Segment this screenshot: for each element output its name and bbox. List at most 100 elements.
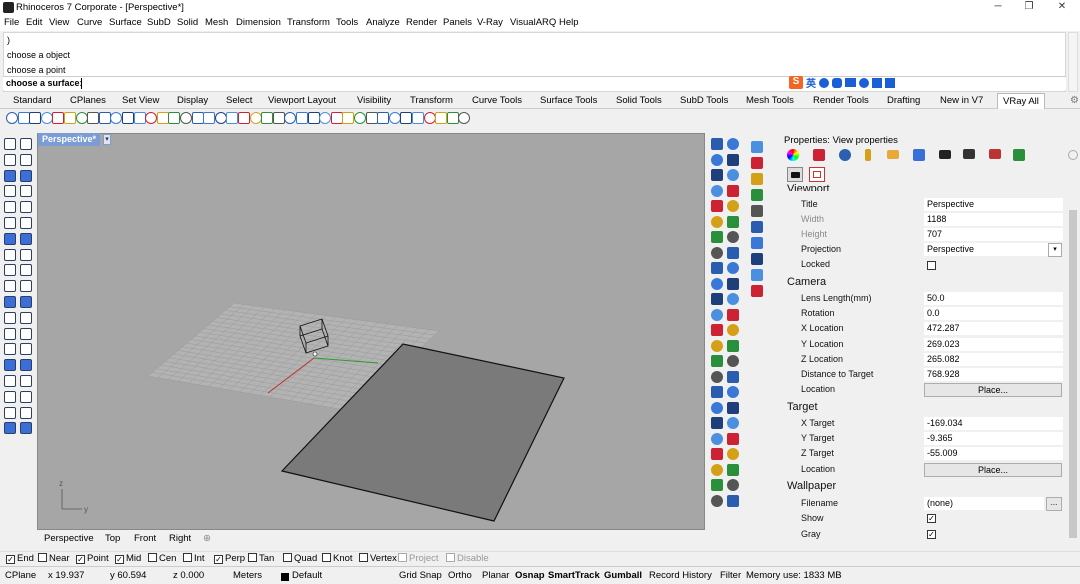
vray-palette-icon[interactable] [711, 432, 723, 445]
grid-snap-toggle[interactable]: Grid Snap [399, 570, 442, 581]
vray-tool-icon[interactable] [203, 112, 216, 124]
ortho-toggle[interactable]: Ortho [448, 570, 472, 581]
modeling-tool-icon[interactable] [4, 138, 16, 150]
vray-palette-icon[interactable] [727, 355, 739, 367]
modeling-tool-icon[interactable] [20, 153, 32, 166]
osnap-checkbox[interactable] [148, 553, 157, 562]
tab-viewport-layout[interactable]: Viewport Layout [268, 95, 336, 106]
gray-checkbox[interactable]: ✓ [927, 530, 936, 539]
osnap-checkbox[interactable] [183, 553, 192, 562]
tab-standard[interactable]: Standard [13, 95, 52, 106]
modeling-tool-icon[interactable] [4, 375, 16, 387]
menu-edit[interactable]: Edit [26, 17, 42, 28]
tab-curve-tools[interactable]: Curve Tools [472, 95, 522, 106]
vray-palette-icon[interactable] [727, 401, 739, 414]
modeling-tool-icon[interactable] [20, 169, 32, 182]
tab-transform[interactable]: Transform [410, 95, 453, 106]
menu-visualarq[interactable]: VisualARQ [510, 17, 556, 28]
camera-prop-place-button[interactable]: Place... [924, 383, 1062, 398]
vray-palette-icon[interactable] [711, 262, 723, 274]
settings-gear-icon[interactable]: ⚙ [1070, 95, 1079, 106]
vray-palette-icon[interactable] [751, 253, 763, 265]
vray-palette-icon[interactable] [711, 169, 723, 181]
vray-tool-icon[interactable] [319, 112, 332, 124]
modeling-tool-icon[interactable] [4, 422, 16, 435]
tab-mesh-tools[interactable]: Mesh Tools [746, 95, 794, 106]
vray-palette-icon[interactable] [711, 277, 723, 290]
vray-palette-icon[interactable] [727, 293, 739, 305]
modeling-tool-icon[interactable] [20, 327, 32, 340]
camera-prop-field[interactable]: 269.023 [924, 337, 1063, 352]
close-button[interactable]: ✕ [1047, 1, 1077, 15]
modeling-tool-icon[interactable] [4, 169, 16, 182]
modeling-tool-icon[interactable] [20, 280, 32, 293]
osnap-checkbox[interactable] [38, 553, 47, 562]
vray-palette-icon[interactable] [727, 246, 739, 259]
osnap-checkbox[interactable]: ✓ [115, 555, 124, 564]
modeling-tool-icon[interactable] [4, 217, 16, 229]
vray-palette-icon[interactable] [711, 479, 723, 491]
maximize-button[interactable]: ❐ [1014, 1, 1044, 15]
add-viewport-icon[interactable]: ⊕ [203, 533, 211, 544]
vray-palette-icon[interactable] [751, 141, 763, 153]
minimize-button[interactable]: ─ [983, 1, 1013, 15]
units-label[interactable]: Meters [233, 570, 262, 581]
vray-palette-icon[interactable] [711, 138, 723, 150]
target-prop-field[interactable]: -9.365 [924, 432, 1063, 447]
modeling-tool-icon[interactable] [4, 296, 16, 308]
vray-palette-icon[interactable] [711, 401, 723, 414]
osnap-tan[interactable]: Tan [248, 553, 274, 564]
vray-tool-icon[interactable] [307, 112, 320, 124]
vray-tool-icon[interactable] [238, 112, 250, 124]
tab-drafting[interactable]: Drafting [887, 95, 920, 106]
vray-palette-icon[interactable] [711, 184, 723, 197]
vray-tool-icon[interactable] [145, 112, 158, 124]
wallpaper-filename-field[interactable]: (none) [924, 497, 1044, 511]
prop-title-field[interactable]: Perspective [924, 198, 1063, 212]
layer-label[interactable]: Default [292, 570, 322, 581]
modeling-tool-icon[interactable] [4, 327, 16, 340]
modeling-tool-icon[interactable] [20, 359, 32, 372]
vray-palette-icon[interactable] [711, 293, 723, 305]
vray-palette-icon[interactable] [727, 339, 739, 352]
osnap-cen[interactable]: Cen [148, 553, 176, 564]
prop-height-field[interactable]: 707 [924, 228, 1063, 242]
vray-palette-icon[interactable] [711, 308, 723, 321]
monitor-icon[interactable] [963, 149, 975, 159]
vray-palette-icon[interactable] [711, 494, 723, 507]
planar-toggle[interactable]: Planar [482, 570, 509, 581]
modeling-tool-icon[interactable] [20, 296, 32, 308]
layer-icon[interactable] [1013, 149, 1025, 161]
color-icon[interactable] [787, 149, 799, 161]
vray-tool-icon[interactable] [423, 112, 436, 124]
command-scrollbar[interactable] [1068, 32, 1078, 92]
vray-tool-icon[interactable] [6, 112, 18, 124]
menu-surface[interactable]: Surface [109, 17, 142, 28]
locked-checkbox[interactable] [927, 261, 936, 270]
vray-palette-icon[interactable] [711, 246, 723, 259]
modeling-tool-icon[interactable] [4, 311, 16, 324]
vray-palette-icon[interactable] [751, 157, 763, 169]
vray-palette-icon[interactable] [711, 231, 723, 243]
vray-palette-icon[interactable] [727, 432, 739, 445]
vray-tool-icon[interactable] [249, 112, 262, 124]
menu-transform[interactable]: Transform [287, 17, 330, 28]
vray-tool-icon[interactable] [98, 112, 111, 124]
vray-tool-icon[interactable] [17, 112, 30, 124]
viewport-scene[interactable]: y z [38, 134, 705, 530]
vptab-top[interactable]: Top [105, 533, 120, 544]
modeling-tool-icon[interactable] [20, 201, 32, 214]
vray-tool-icon[interactable] [261, 112, 274, 124]
vray-tool-icon[interactable] [64, 112, 76, 124]
user-icon[interactable] [859, 77, 869, 88]
osnap-mid[interactable]: ✓ Mid [115, 553, 141, 564]
menu-vray[interactable]: V-Ray [477, 17, 503, 28]
grid-icon[interactable] [885, 77, 895, 88]
vray-palette-icon[interactable] [727, 308, 739, 321]
vray-tool-icon[interactable] [412, 112, 424, 124]
vray-palette-icon[interactable] [751, 269, 763, 281]
vray-palette-icon[interactable] [727, 184, 739, 197]
smarttrack-toggle[interactable]: SmartTrack [548, 570, 600, 581]
osnap-checkbox[interactable] [322, 553, 331, 562]
record-history-toggle[interactable]: Record History [649, 570, 712, 581]
